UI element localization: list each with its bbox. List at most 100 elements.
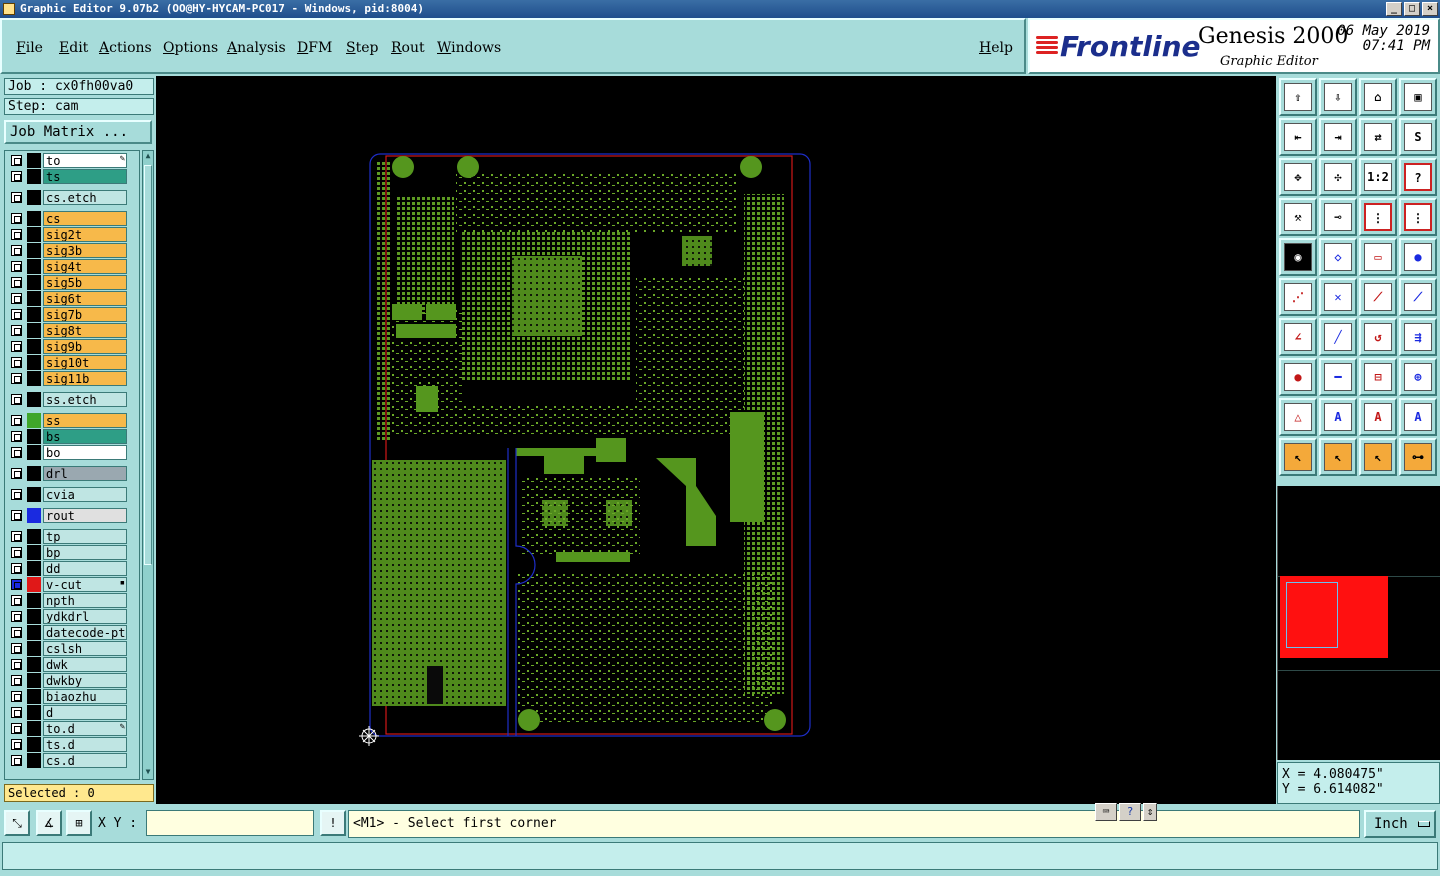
layer-name[interactable]: d (43, 705, 127, 720)
grid-snap-icon[interactable]: ⊞ (66, 810, 92, 836)
menu-file[interactable]: File (16, 40, 43, 56)
layer-color-swatch[interactable] (27, 211, 41, 226)
group-tool-button[interactable]: ⊕ (1399, 358, 1437, 396)
layer-color-swatch[interactable] (27, 339, 41, 354)
menu-help[interactable]: Help (979, 40, 1013, 56)
layer-name[interactable]: npth (43, 593, 127, 608)
ruler-tool-button[interactable]: ▭ (1359, 238, 1397, 276)
layer-name[interactable]: dwkby (43, 673, 127, 688)
layer-row[interactable]: to ✎ (5, 153, 139, 168)
layer-checkbox[interactable] (11, 261, 22, 272)
layer-name[interactable]: bs (43, 429, 127, 444)
layer-checkbox[interactable] (11, 691, 22, 702)
layer-checkbox[interactable] (11, 171, 22, 182)
layer-name[interactable]: sig6t (43, 291, 127, 306)
layer-row[interactable]: biaozhu (5, 689, 139, 704)
layer-name[interactable]: datecode-pt (43, 625, 127, 640)
layer-row[interactable]: sig5b (5, 275, 139, 290)
menu-analysis[interactable]: Analysis (227, 40, 286, 56)
layer-row[interactable]: sig10t (5, 355, 139, 370)
menu-windows[interactable]: Windows (437, 40, 501, 56)
connect-tool-button[interactable]: ⋰ (1279, 278, 1317, 316)
layer-color-swatch[interactable] (27, 291, 41, 306)
layer-checkbox[interactable] (11, 659, 22, 670)
layer-checkbox[interactable] (11, 510, 22, 521)
layer-checkbox[interactable] (11, 245, 22, 256)
scroll-up-icon[interactable]: ▲ (143, 151, 153, 163)
layer-name[interactable]: v-cut (43, 577, 127, 592)
layer-color-swatch[interactable] (27, 429, 41, 444)
layer-checkbox[interactable] (11, 531, 22, 542)
layer-checkbox[interactable] (11, 357, 22, 368)
layer-color-swatch[interactable] (27, 641, 41, 656)
layer-row[interactable]: sig11b (5, 371, 139, 386)
layer-name[interactable]: sig9b (43, 339, 127, 354)
layer-color-swatch[interactable] (27, 227, 41, 242)
layer-row[interactable]: d (5, 705, 139, 720)
layer-row[interactable]: tp (5, 529, 139, 544)
layer-name[interactable]: tp (43, 529, 127, 544)
tri-a2-tool-button[interactable]: A (1359, 398, 1397, 436)
layer-checkbox[interactable] (11, 155, 22, 166)
layer-name[interactable]: to (43, 153, 127, 168)
clip-tool-button[interactable]: ◇ (1319, 238, 1357, 276)
align-tool-button[interactable]: ● (1279, 358, 1317, 396)
layer-color-swatch[interactable] (27, 625, 41, 640)
layer-name[interactable]: cs (43, 211, 127, 226)
layer-color-swatch[interactable] (27, 673, 41, 688)
angle-snap-icon[interactable]: ∡ (36, 810, 62, 836)
layer-row[interactable]: drl (5, 466, 139, 481)
layer-color-swatch[interactable] (27, 508, 41, 523)
layer-checkbox[interactable] (11, 723, 22, 734)
scroll-down-icon[interactable]: ▼ (143, 767, 153, 779)
layer-row[interactable]: cs.d (5, 753, 139, 768)
layer-color-swatch[interactable] (27, 275, 41, 290)
layer-color-swatch[interactable] (27, 307, 41, 322)
layer-checkbox[interactable] (11, 309, 22, 320)
layer-color-swatch[interactable] (27, 392, 41, 407)
tools-tool-button[interactable]: ⚒ (1279, 198, 1317, 236)
layer-name[interactable]: drl (43, 466, 127, 481)
layer-name[interactable]: ydkdrl (43, 609, 127, 624)
layer-row[interactable]: sig3b (5, 243, 139, 258)
layer-name[interactable]: ss.etch (43, 392, 127, 407)
layer-name[interactable]: cslsh (43, 641, 127, 656)
layer-color-swatch[interactable] (27, 371, 41, 386)
layer-name[interactable]: sig10t (43, 355, 127, 370)
layer-row[interactable]: dwk (5, 657, 139, 672)
tri-a3-tool-button[interactable]: A (1399, 398, 1437, 436)
layer-color-swatch[interactable] (27, 466, 41, 481)
layer-checkbox[interactable] (11, 213, 22, 224)
layer-color-swatch[interactable] (27, 153, 41, 168)
job-matrix-button[interactable]: Job Matrix ... (4, 120, 152, 144)
layer-name[interactable]: bo (43, 445, 127, 460)
layer-name[interactable]: sig2t (43, 227, 127, 242)
layer-row[interactable]: ss (5, 413, 139, 428)
menu-edit[interactable]: Edit (59, 40, 88, 56)
import-tool-button[interactable]: ⇤ (1279, 118, 1317, 156)
layer-color-swatch[interactable] (27, 657, 41, 672)
layer-name[interactable]: cs.d (43, 753, 127, 768)
layer-checkbox[interactable] (11, 447, 22, 458)
layer-checkbox[interactable] (11, 643, 22, 654)
help-circle-icon[interactable]: ? (1119, 803, 1141, 821)
snapshot-tool-button[interactable]: ◉ (1279, 238, 1317, 276)
layer-row[interactable]: cvia (5, 487, 139, 502)
layer-checkbox[interactable] (11, 489, 22, 500)
cross-tool-button[interactable]: ✕ (1319, 278, 1357, 316)
layer-name[interactable]: to.d (43, 721, 127, 736)
diagonal-tool-button[interactable]: ╱ (1319, 318, 1357, 356)
layer-row[interactable]: dd (5, 561, 139, 576)
layer-checkbox[interactable] (11, 627, 22, 638)
home-tool-button[interactable]: ⌂ (1359, 78, 1397, 116)
layer-row[interactable]: sig9b (5, 339, 139, 354)
layer-checkbox[interactable] (11, 611, 22, 622)
layer-checkbox[interactable] (11, 547, 22, 558)
layer-row[interactable]: ts.d (5, 737, 139, 752)
flip-tool-button[interactable]: S (1399, 118, 1437, 156)
flag-tool-button[interactable]: ⇶ (1399, 318, 1437, 356)
layer-color-swatch[interactable] (27, 243, 41, 258)
window-tool-button[interactable]: ▣ (1399, 78, 1437, 116)
layers-red-tool-button[interactable]: ⋮ (1399, 198, 1437, 236)
measure-tool-button[interactable]: ⊟ (1359, 358, 1397, 396)
